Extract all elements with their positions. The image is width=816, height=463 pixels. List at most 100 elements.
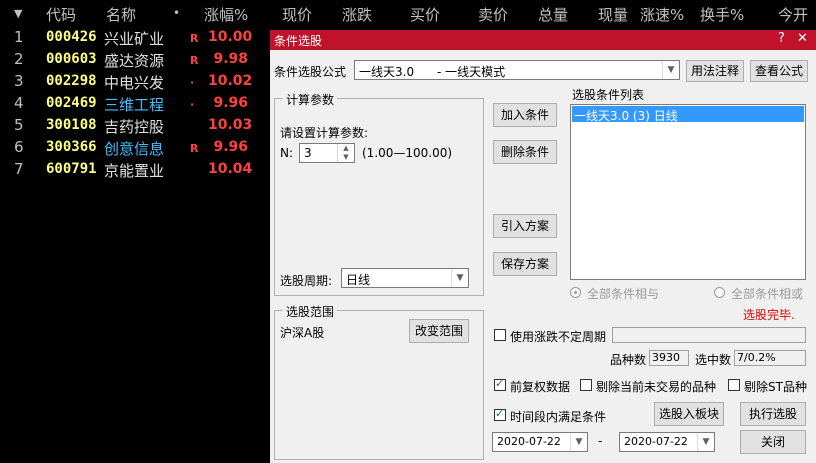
all-or-label: 全部条件相或 bbox=[731, 287, 804, 301]
period-label: 选股周期: bbox=[280, 274, 333, 288]
stock-name: 兴业矿业 bbox=[104, 30, 165, 48]
date-from-picker[interactable]: 2020-07-22 ▼ bbox=[492, 432, 588, 452]
stock-code: 600791 bbox=[46, 161, 97, 177]
header-current-vol[interactable]: 现量 bbox=[598, 4, 628, 25]
table-row[interactable]: 6 300366 创意信息 R 9.96 bbox=[0, 136, 270, 158]
count-value: 3930 bbox=[649, 350, 689, 366]
change-pct: 9.98 bbox=[213, 51, 248, 67]
param-n-value: 3 bbox=[304, 146, 312, 160]
table-row[interactable]: 2 000603 盛达资源 R 9.98 bbox=[0, 48, 270, 70]
param-n-label: N: bbox=[280, 146, 294, 160]
exclude-st-checkbox[interactable] bbox=[728, 379, 740, 391]
change-range-button[interactable]: 改变范围 bbox=[409, 319, 469, 343]
stock-name: 中电兴发 bbox=[104, 74, 165, 92]
to-block-button[interactable]: 选股入板块 bbox=[654, 402, 724, 426]
stock-code: 000603 bbox=[46, 51, 97, 67]
chevron-down-icon[interactable]: ▼ bbox=[451, 269, 468, 287]
set-params-label: 请设置计算参数: bbox=[280, 126, 369, 140]
header-change-pct[interactable]: 涨幅% bbox=[204, 4, 248, 25]
condition-item-label: 一线天3.0 (3) 日线 bbox=[574, 109, 678, 123]
stock-flag: R bbox=[190, 142, 199, 155]
exclude-untraded-label: 剔除当前未交易的品种 bbox=[596, 380, 717, 394]
header-price[interactable]: 现价 bbox=[282, 4, 312, 25]
exclude-st-label: 剔除ST品种 bbox=[744, 380, 807, 394]
stock-name: 盛达资源 bbox=[104, 52, 165, 70]
header-volume[interactable]: 总量 bbox=[538, 4, 568, 25]
header-bid[interactable]: 买价 bbox=[410, 4, 440, 25]
row-index: 4 bbox=[14, 94, 24, 112]
chevron-down-icon[interactable]: ▼ bbox=[662, 61, 679, 79]
uncertain-period-checkbox[interactable] bbox=[494, 329, 506, 341]
calc-params-title: 计算参数 bbox=[283, 91, 338, 108]
formula-value: 一线天3.0 - 一线天模式 bbox=[359, 65, 506, 79]
table-row[interactable]: 1 000426 兴业矿业 R 10.00 bbox=[0, 26, 270, 48]
add-condition-button[interactable]: 加入条件 bbox=[493, 103, 557, 127]
param-n-stepper[interactable]: 3 ▲ ▼ bbox=[299, 143, 355, 163]
header-change[interactable]: 涨跌 bbox=[342, 4, 372, 25]
header-ask[interactable]: 卖价 bbox=[478, 4, 508, 25]
period-select[interactable]: 日线 ▼ bbox=[341, 268, 469, 288]
row-index: 7 bbox=[14, 160, 24, 178]
formula-label: 条件选股公式 bbox=[274, 65, 347, 79]
header-code[interactable]: 代码 bbox=[46, 4, 76, 25]
table-row[interactable]: 7 600791 京能置业 10.04 bbox=[0, 158, 270, 180]
delete-condition-button[interactable]: 删除条件 bbox=[493, 140, 557, 164]
uncertain-period-label: 使用涨跌不定周期 bbox=[510, 330, 607, 344]
table-header: ▼ 代码 名称 • 涨幅% 现价 涨跌 买价 卖价 总量 现量 涨速% 换手% … bbox=[0, 0, 816, 26]
header-speed[interactable]: 涨速% bbox=[640, 4, 684, 25]
row-index: 2 bbox=[14, 50, 24, 68]
all-and-radio[interactable] bbox=[570, 287, 581, 298]
row-index: 5 bbox=[14, 116, 24, 134]
table-row[interactable]: 3 002298 中电兴发 · 10.02 bbox=[0, 70, 270, 92]
close-icon[interactable]: ✕ bbox=[797, 31, 808, 46]
view-formula-button[interactable]: 查看公式 bbox=[750, 60, 808, 82]
date-separator: - bbox=[598, 434, 603, 448]
header-dot[interactable]: • bbox=[173, 6, 180, 20]
import-scheme-button[interactable]: 引入方案 bbox=[493, 214, 557, 238]
help-icon[interactable]: ? bbox=[778, 31, 785, 46]
condition-list[interactable]: 一线天3.0 (3) 日线 bbox=[570, 104, 806, 280]
stock-flag: · bbox=[190, 76, 195, 89]
period-value: 日线 bbox=[346, 273, 371, 287]
status-done: 选股完毕. bbox=[743, 308, 795, 322]
row-index: 6 bbox=[14, 138, 24, 156]
date-to-picker[interactable]: 2020-07-22 ▼ bbox=[619, 432, 715, 452]
chevron-down-icon[interactable]: ▼ bbox=[570, 433, 587, 451]
table-row[interactable]: 5 300108 吉药控股 10.03 bbox=[0, 114, 270, 136]
sort-arrow-icon[interactable]: ▼ bbox=[14, 7, 22, 20]
uncertain-period-field[interactable] bbox=[612, 327, 806, 343]
row-index: 3 bbox=[14, 72, 24, 90]
chevron-down-icon[interactable]: ▼ bbox=[697, 433, 714, 451]
stock-code: 002298 bbox=[46, 73, 97, 89]
list-item[interactable]: 一线天3.0 (3) 日线 bbox=[572, 106, 804, 123]
exclude-untraded-checkbox[interactable] bbox=[580, 379, 592, 391]
header-turnover[interactable]: 换手% bbox=[700, 4, 744, 25]
date-from-value: 2020-07-22 bbox=[497, 435, 561, 448]
stock-flag: · bbox=[190, 98, 195, 111]
prev-adjust-checkbox[interactable] bbox=[494, 377, 506, 391]
all-and-label: 全部条件相与 bbox=[587, 287, 660, 301]
range-value: 沪深A股 bbox=[280, 326, 325, 340]
close-dialog-button[interactable]: 关闭 bbox=[740, 430, 806, 454]
stock-code: 300366 bbox=[46, 139, 97, 155]
count-label: 品种数 bbox=[610, 353, 647, 367]
header-name[interactable]: 名称 bbox=[106, 4, 136, 25]
time-range-checkbox[interactable] bbox=[494, 407, 506, 421]
param-range: (1.00—100.00) bbox=[362, 146, 453, 160]
change-pct: 9.96 bbox=[213, 95, 248, 111]
all-or-radio[interactable] bbox=[714, 287, 725, 298]
run-select-button[interactable]: 执行选股 bbox=[740, 402, 806, 426]
stepper-arrows-icon[interactable]: ▲ ▼ bbox=[337, 144, 354, 162]
change-pct: 9.96 bbox=[213, 139, 248, 155]
formula-select[interactable]: 一线天3.0 - 一线天模式 ▼ bbox=[354, 60, 680, 80]
change-pct: 10.02 bbox=[208, 73, 253, 89]
dialog-titlebar[interactable]: 条件选股 ? ✕ bbox=[270, 30, 816, 50]
table-row[interactable]: 4 002469 三维工程 · 9.96 bbox=[0, 92, 270, 114]
save-scheme-button[interactable]: 保存方案 bbox=[493, 252, 557, 276]
selected-value: 7/0.2% bbox=[734, 350, 806, 366]
header-open[interactable]: 今开 bbox=[778, 4, 808, 25]
stock-name: 京能置业 bbox=[104, 162, 165, 180]
change-pct: 10.04 bbox=[208, 161, 253, 177]
date-to-value: 2020-07-22 bbox=[624, 435, 688, 448]
usage-notes-button[interactable]: 用法注释 bbox=[686, 60, 744, 82]
